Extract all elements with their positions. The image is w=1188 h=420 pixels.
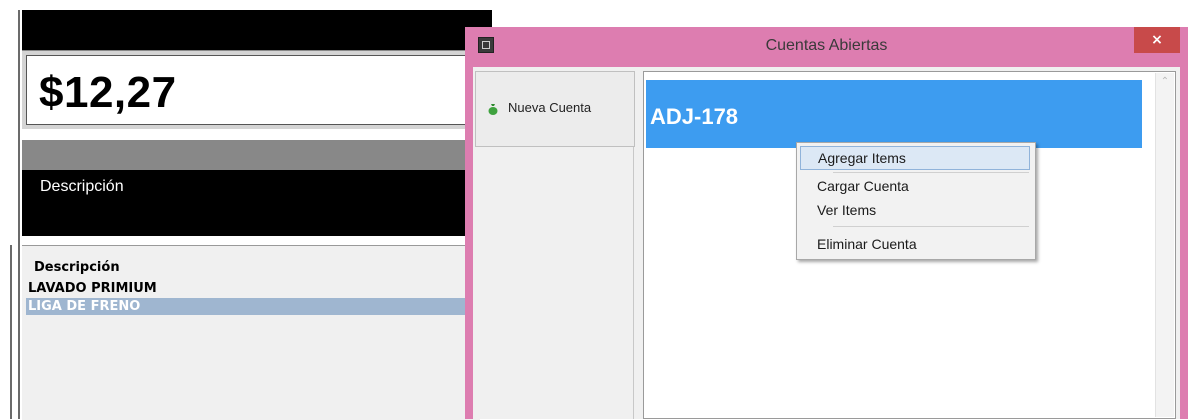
vertical-scrollbar[interactable]: ⌃ [1155, 73, 1174, 417]
dialog-titlebar[interactable]: Cuentas Abiertas × [465, 27, 1188, 67]
pos-window: $12,27 Descripción Descripción LAVADO PR… [0, 0, 492, 420]
description-panel: Descripción [22, 170, 482, 236]
new-account-button[interactable]: Nueva Cuenta [475, 71, 635, 147]
items-list[interactable]: Descripción LAVADO PRIMIUM LIGA DE FRENO [22, 245, 480, 420]
account-label: ADJ-178 [650, 104, 739, 129]
actions-pane: Nueva Cuenta [475, 71, 635, 419]
context-menu: Agregar Items Cargar Cuenta Ver Items El… [796, 142, 1036, 260]
column-header-description: Descripción [34, 260, 120, 275]
close-icon: × [1151, 32, 1163, 48]
window-border [10, 245, 12, 419]
dialog-title: Cuentas Abiertas [765, 37, 888, 54]
new-account-label: Nueva Cuenta [508, 100, 592, 115]
total-display: $12,27 [26, 55, 466, 125]
menu-item-agregar-items[interactable]: Agregar Items [800, 146, 1030, 170]
menu-item-ver-items[interactable]: Ver Items [800, 198, 1030, 222]
header-bar [22, 10, 492, 50]
menu-separator [833, 226, 1029, 227]
list-item-selected[interactable]: LIGA DE FRENO [26, 298, 466, 315]
total-amount: $12,27 [39, 68, 177, 117]
money-bag-icon [488, 104, 498, 115]
menu-item-cargar-cuenta[interactable]: Cargar Cuenta [800, 174, 1030, 198]
account-item[interactable]: ADJ-178 [646, 80, 1142, 148]
menu-item-eliminar-cuenta[interactable]: Eliminar Cuenta [800, 232, 1030, 256]
description-label: Descripción [40, 178, 124, 195]
close-button[interactable]: × [1134, 27, 1180, 53]
scroll-up-arrow-icon[interactable]: ⌃ [1156, 73, 1174, 91]
divider-band [22, 140, 482, 170]
window-border [18, 10, 20, 419]
menu-separator [833, 172, 1029, 173]
total-panel: $12,27 [22, 50, 482, 129]
list-item[interactable]: LAVADO PRIMIUM [26, 280, 466, 297]
